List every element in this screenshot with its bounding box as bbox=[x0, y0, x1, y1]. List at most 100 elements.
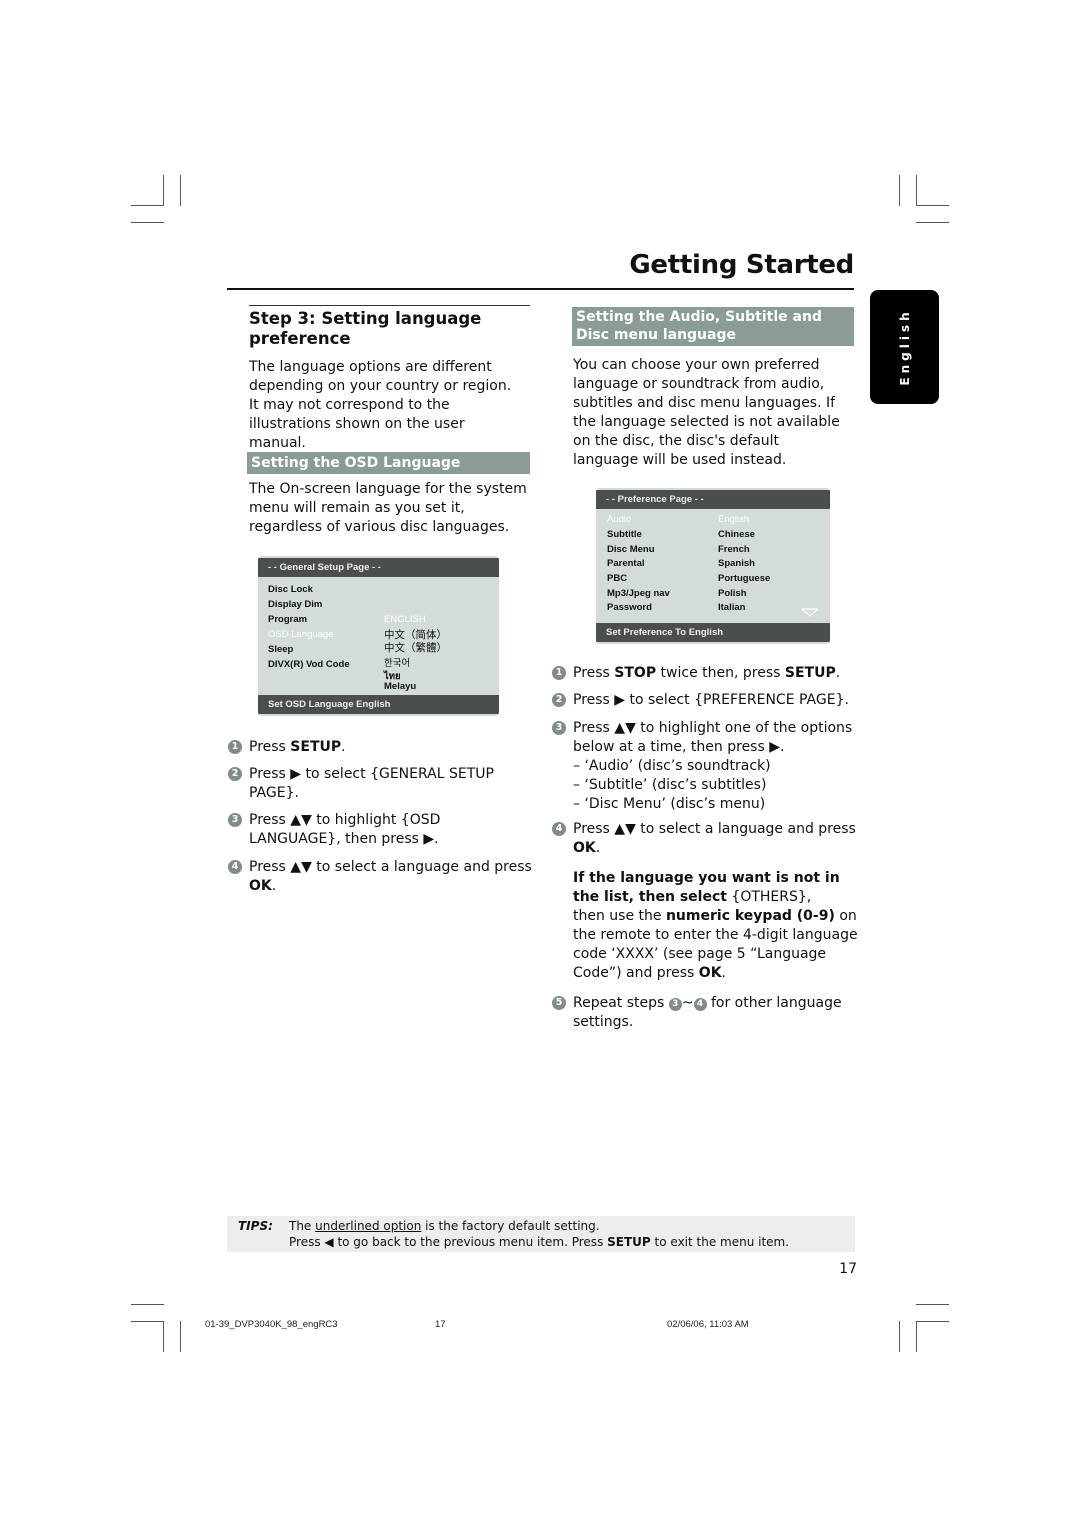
crop-mark bbox=[916, 1321, 917, 1352]
step-3: Press ▲▼ to highlight {OSD LANGUAGE}, th… bbox=[249, 812, 441, 847]
step-3-sub-audio: – ‘Audio’ (disc’s soundtrack) bbox=[573, 758, 771, 774]
crop-mark bbox=[916, 1304, 949, 1305]
preference-menu: - - Preference Page - - Audio Subtitle D… bbox=[596, 488, 830, 644]
side-tab-label: English bbox=[897, 308, 912, 386]
step-number-3: 3 bbox=[228, 813, 242, 827]
menu-option[interactable]: Melayu bbox=[384, 681, 416, 692]
step-4: Press ▲▼ to select a language and press … bbox=[573, 821, 856, 856]
page-number: 17 bbox=[839, 1261, 857, 1277]
menu-option[interactable]: Chinese bbox=[718, 529, 755, 540]
step-ref-3: 3 bbox=[668, 998, 682, 1011]
menu-item[interactable]: Subtitle bbox=[607, 529, 642, 540]
step-number-2: 2 bbox=[228, 767, 242, 781]
step-3-sub-subtitle: – ‘Subtitle’ (disc’s subtitles) bbox=[573, 777, 767, 793]
audio-section-heading: Setting the Audio, Subtitle and Disc men… bbox=[572, 307, 854, 346]
setup-key: SETUP bbox=[607, 1235, 651, 1249]
osd-section-body: The On-screen language for the system me… bbox=[249, 481, 527, 535]
crop-mark bbox=[131, 222, 164, 223]
step-5: Repeat steps 3 ~4 for other language sett… bbox=[573, 995, 842, 1030]
menu-option[interactable]: Portuguese bbox=[718, 573, 770, 584]
menu-item-highlighted[interactable]: Audio bbox=[607, 514, 631, 525]
menu-option[interactable]: Italian bbox=[718, 602, 745, 613]
others-option: {OTHERS}, bbox=[731, 889, 812, 905]
crop-mark bbox=[131, 1321, 164, 1322]
stop-key: STOP bbox=[614, 665, 657, 681]
menu-option[interactable]: French bbox=[718, 544, 750, 555]
underlined-option: underlined option bbox=[315, 1219, 422, 1233]
column-rule bbox=[249, 305, 530, 306]
others-note: If the language you want is not in the l… bbox=[573, 869, 858, 983]
scroll-down-arrow-icon[interactable] bbox=[801, 608, 819, 618]
step-heading: Step 3: Setting language preference bbox=[249, 309, 482, 348]
step-number-2: 2 bbox=[552, 693, 566, 707]
menu-item[interactable]: Mp3/Jpeg nav bbox=[607, 588, 670, 599]
menu-option[interactable]: Spanish bbox=[718, 558, 755, 569]
step-number-4: 4 bbox=[552, 822, 566, 836]
step-3: Press ▲▼ to highlight one of the options… bbox=[573, 720, 853, 755]
tips-text: is the factory default setting. bbox=[421, 1219, 600, 1233]
step-3-sub-disc-menu: – ‘Disc Menu’ (disc’s menu) bbox=[573, 796, 766, 812]
crop-mark bbox=[131, 205, 164, 206]
setup-key: SETUP bbox=[290, 739, 342, 755]
menu-item[interactable]: PBC bbox=[607, 573, 627, 584]
crop-mark bbox=[916, 1321, 949, 1322]
menu-item[interactable]: Sleep bbox=[268, 644, 293, 655]
menu-item[interactable]: Disc Menu bbox=[607, 544, 655, 555]
footer-filename: 01-39_DVP3040K_98_engRC3 bbox=[205, 1319, 338, 1330]
crop-mark bbox=[131, 1304, 164, 1305]
step-number-1: 1 bbox=[228, 740, 242, 754]
left-intro: The language options are different depen… bbox=[249, 359, 512, 451]
ok-key: OK bbox=[249, 878, 272, 894]
tips-label: TIPS: bbox=[238, 1219, 273, 1233]
menu-item[interactable]: DIVX(R) Vod Code bbox=[268, 659, 350, 670]
numeric-keypad: numeric keypad (0-9) bbox=[665, 908, 835, 924]
right-intro: You can choose your own preferred langua… bbox=[573, 357, 840, 468]
menu-header: - - General Setup Page - - bbox=[258, 558, 499, 577]
menu-option-highlighted[interactable]: ENGLISH bbox=[384, 614, 426, 625]
step-number-5: 5 bbox=[552, 996, 566, 1010]
tips-text: The bbox=[289, 1219, 316, 1233]
menu-item[interactable]: Program bbox=[268, 614, 307, 625]
step-1: Press SETUP. bbox=[249, 738, 529, 757]
note-text: then use the bbox=[573, 908, 662, 924]
footer-page: 17 bbox=[435, 1319, 446, 1330]
step-2: Press ▶ to select {PREFERENCE PAGE}. bbox=[573, 692, 849, 708]
crop-mark bbox=[899, 175, 900, 206]
step-2: Press ▶ to select {GENERAL SETUP PAGE}. bbox=[249, 766, 494, 801]
title-rule bbox=[227, 288, 854, 290]
step-text: . bbox=[271, 878, 277, 894]
menu-item[interactable]: Parental bbox=[607, 558, 645, 569]
tips-line-1: The underlined option is the factory def… bbox=[289, 1219, 600, 1233]
page-title: Getting Started bbox=[629, 250, 854, 280]
menu-item-highlighted[interactable]: OSD Language bbox=[268, 629, 334, 640]
step-ref-4: 4 bbox=[693, 998, 707, 1011]
crop-mark bbox=[163, 175, 164, 206]
menu-option[interactable]: 한국어 bbox=[384, 655, 410, 669]
step-text: Press ▲▼ to select a language and press bbox=[249, 859, 532, 875]
menu-option[interactable]: 中文（繁體） bbox=[384, 640, 447, 655]
menu-option[interactable]: Polish bbox=[718, 588, 747, 599]
crop-mark bbox=[916, 175, 917, 206]
crop-mark bbox=[916, 205, 949, 206]
ok-key: OK bbox=[698, 965, 722, 981]
menu-item[interactable]: Disc Lock bbox=[268, 584, 313, 595]
step-text: Press bbox=[249, 739, 291, 755]
menu-header: - - Preference Page - - bbox=[596, 490, 830, 509]
footer-datetime: 02/06/06, 11:03 AM bbox=[667, 1319, 749, 1330]
step-text: . bbox=[341, 739, 346, 755]
menu-item[interactable]: Password bbox=[607, 602, 652, 613]
crop-mark bbox=[180, 175, 181, 206]
menu-option-highlighted[interactable]: English bbox=[718, 514, 749, 525]
tips-text: Press ◀ to go back to the previous menu … bbox=[289, 1235, 608, 1249]
osd-section-heading: Setting the OSD Language bbox=[247, 452, 530, 474]
tips-text: to exit the menu item. bbox=[650, 1235, 790, 1249]
ok-key: OK bbox=[573, 840, 596, 856]
step-1: Press STOP twice then, press SETUP. bbox=[573, 665, 841, 681]
setup-key: SETUP bbox=[784, 665, 836, 681]
crop-mark bbox=[916, 222, 949, 223]
crop-mark bbox=[180, 1321, 181, 1352]
menu-item[interactable]: Display Dim bbox=[268, 599, 322, 610]
general-setup-menu: - - General Setup Page - - Disc Lock Dis… bbox=[258, 556, 499, 716]
note-text: . bbox=[721, 965, 726, 981]
step-4: Press ▲▼ to select a language and press … bbox=[249, 858, 534, 896]
